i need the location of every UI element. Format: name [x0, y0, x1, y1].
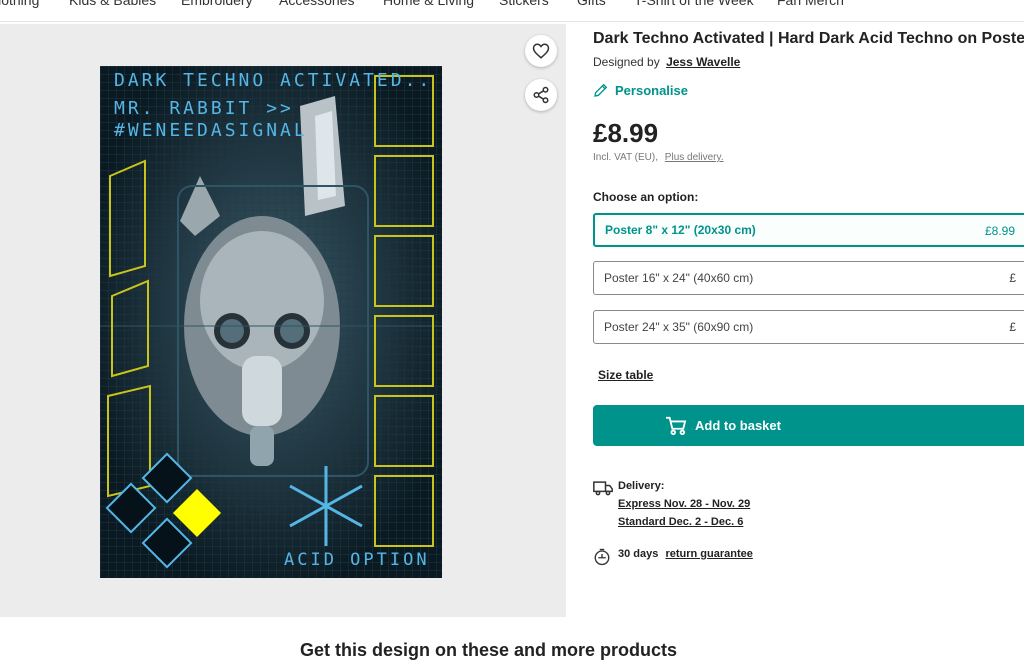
nav-item-kids-babies[interactable]: Kids & Babies: [69, 0, 156, 8]
option-poster-24x35[interactable]: Poster 24" x 35" (60x90 cm) £: [593, 310, 1024, 344]
return-guarantee-link[interactable]: return guarantee: [665, 548, 752, 560]
top-navigation: Clothing Kids & Babies Embroidery Access…: [0, 0, 1024, 22]
poster-line-3: #WENEEDASIGNAL: [114, 120, 308, 141]
poster-artwork: [100, 66, 442, 578]
poster-footer: ACID OPTION: [284, 550, 430, 570]
share-button[interactable]: [525, 79, 557, 111]
personalise-link[interactable]: Personalise: [593, 82, 688, 98]
product-poster-image[interactable]: DARK TECHNO ACTIVATED.. MR. RABBIT >> #W…: [100, 66, 442, 578]
product-image-gallery: DARK TECHNO ACTIVATED.. MR. RABBIT >> #W…: [0, 24, 566, 617]
nav-item-accessories[interactable]: Accessories: [279, 0, 354, 8]
vat-label: Incl. VAT (EU),: [593, 152, 659, 163]
product-title: Dark Techno Activated | Hard Dark Acid T…: [593, 30, 1024, 47]
cart-icon: [666, 416, 687, 435]
option-label: Poster 16" x 24" (40x60 cm): [604, 271, 754, 285]
nav-item-clothing[interactable]: Clothing: [0, 0, 39, 8]
nav-item-stickers[interactable]: Stickers: [499, 0, 549, 8]
wishlist-button[interactable]: [525, 35, 557, 67]
return-guarantee: 30 days return guarantee: [618, 548, 753, 560]
designed-by-label: Designed by: [593, 55, 660, 69]
designed-by: Designed by Jess Wavelle: [593, 55, 740, 69]
express-delivery-link[interactable]: Express Nov. 28 - Nov. 29: [618, 498, 750, 510]
personalise-label: Personalise: [615, 82, 688, 98]
delivery-label: Delivery:: [618, 480, 665, 492]
add-to-basket-button[interactable]: Add to basket: [593, 405, 1024, 446]
return-guarantee-icon: [594, 548, 610, 566]
option-label: Poster 8" x 12" (20x30 cm): [605, 223, 756, 237]
vat-note: Incl. VAT (EU), Plus delivery.: [593, 152, 724, 163]
pencil-icon: [594, 83, 608, 97]
option-poster-8x12[interactable]: Poster 8" x 12" (20x30 cm) £8.99: [593, 213, 1024, 247]
nav-item-gifts[interactable]: Gifts: [577, 0, 606, 8]
nav-item-fan-merch[interactable]: Fan Merch: [777, 0, 844, 8]
poster-line-2: MR. RABBIT >>: [114, 98, 294, 119]
nav-item-tshirt-of-week[interactable]: T-Shirt of the Week: [634, 0, 754, 8]
nav-item-embroidery[interactable]: Embroidery: [181, 0, 253, 8]
share-icon: [533, 86, 549, 104]
option-price: £8.99: [984, 224, 1015, 238]
standard-delivery-link[interactable]: Standard Dec. 2 - Dec. 6: [618, 516, 743, 528]
add-to-basket-label: Add to basket: [695, 418, 781, 433]
product-info-panel: Dark Techno Activated | Hard Dark Acid T…: [593, 24, 1024, 624]
truck-icon: [593, 481, 613, 496]
nav-item-home-living[interactable]: Home & Living: [383, 0, 474, 8]
heart-icon: [532, 43, 550, 59]
return-days: 30 days: [618, 548, 659, 560]
size-table-link[interactable]: Size table: [598, 368, 653, 382]
poster-line-1: DARK TECHNO ACTIVATED..: [114, 70, 433, 91]
choose-option-label: Choose an option:: [593, 190, 699, 204]
option-price: £: [1009, 320, 1016, 334]
option-price: £: [1009, 271, 1016, 285]
product-price: £8.99: [593, 118, 659, 148]
option-label: Poster 24" x 35" (60x90 cm): [604, 320, 754, 334]
option-poster-16x24[interactable]: Poster 16" x 24" (40x60 cm) £: [593, 261, 1024, 295]
plus-delivery-link[interactable]: Plus delivery.: [665, 152, 724, 163]
designer-link[interactable]: Jess Wavelle: [666, 55, 740, 69]
